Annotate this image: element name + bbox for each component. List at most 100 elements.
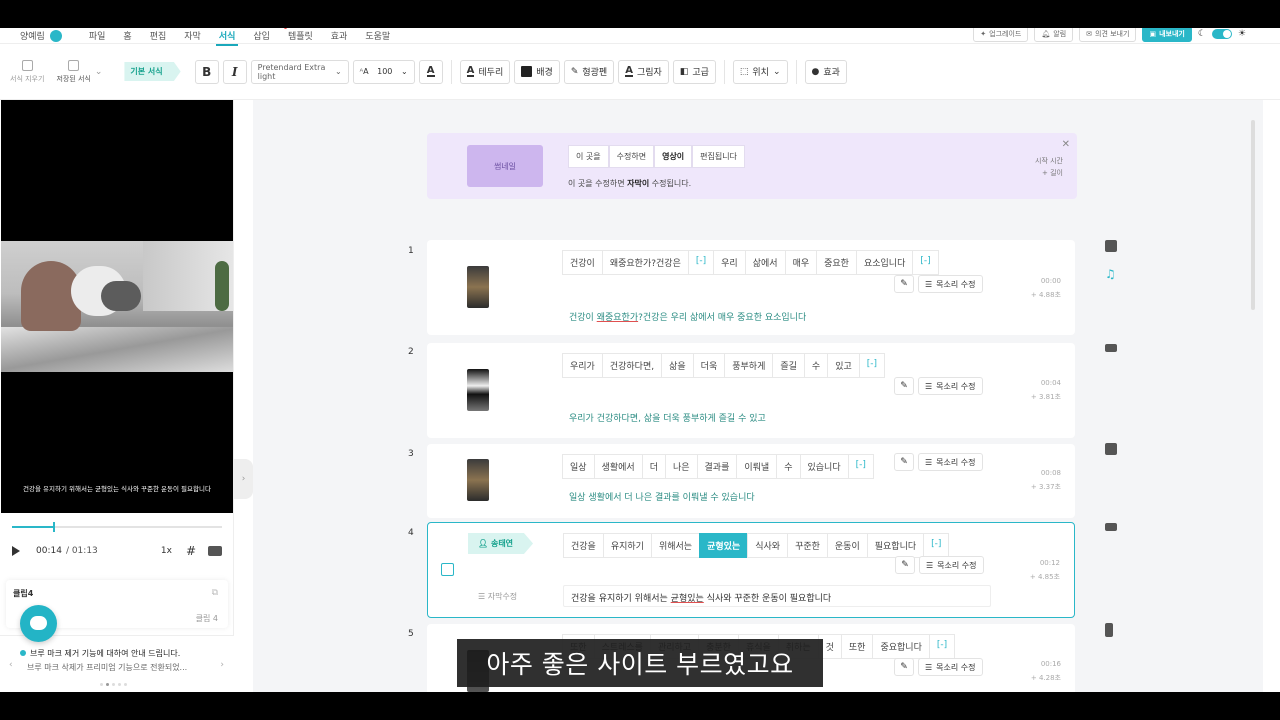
word-chip[interactable]: 왜중요한가?건강은 [601,250,688,275]
word-chip[interactable]: 건강하다면, [601,353,662,378]
theme-toggle[interactable] [1211,29,1232,39]
pencil-icon[interactable]: ✎ [894,453,914,471]
music-note-icon[interactable]: ♫ [1105,268,1117,280]
word-chip[interactable]: 삶을 [661,353,693,378]
upgrade-button[interactable]: ✦ 업그레이드 [973,28,1029,42]
speaker-tag[interactable]: 👤︎ 송태연 [468,533,534,554]
feedback-button[interactable]: ✉ 의견 보내기 [1079,28,1137,42]
word-chip[interactable]: 삶에서 [744,250,785,275]
pencil-icon[interactable]: ✎ [894,658,914,676]
subtitle-row[interactable]: 일상 생활에서 더 나은 결과를 이뤄낼 수 있습니다 [-] ✎ ☰ 목소리 수… [427,444,1075,518]
word-chip[interactable]: 운동이 [826,533,867,558]
menu-home[interactable]: 홈 [114,29,140,42]
word-chip[interactable]: 필요합니다 [866,533,924,558]
chevron-left-icon[interactable]: ‹ [9,660,13,670]
voice-edit-button[interactable]: ☰ 목소리 수정 [918,275,983,293]
word-chip[interactable]: 더 [641,454,665,479]
text-color-button[interactable]: A [418,59,443,84]
image-icon[interactable] [1105,344,1117,352]
close-icon[interactable]: ✕ [1062,139,1070,150]
menu-insert[interactable]: 삽입 [244,29,279,42]
menu-file[interactable]: 파일 [80,29,115,42]
word-chip[interactable]: 수 [803,353,828,378]
pager-dot[interactable] [118,683,121,686]
menu-help[interactable]: 도움말 [356,29,399,42]
clear-format-button[interactable]: 서식 지우기 [10,59,44,84]
user-menu[interactable]: 양예림 [20,29,62,42]
word-chip[interactable]: 또한 [840,634,873,659]
subtitle-edit-input[interactable]: 건강을 유지하기 위해서는 균형있는 식사와 꾸준한 운동이 필요합니다 [563,585,991,607]
row-sentence[interactable]: 건강이 왜중요한가?건강은 우리 삶에서 매우 중요한 요소입니다 [569,310,806,323]
highlight-button[interactable]: ✎ 형광펜 [563,59,615,84]
word-chip[interactable]: [-] [928,634,956,659]
background-button[interactable]: 배경 [514,59,560,84]
chat-button[interactable] [20,605,57,642]
row-sentence[interactable]: 일상 생활에서 더 나은 결과를 이뤄낼 수 있습니다 [569,490,755,503]
progress-handle[interactable] [52,522,55,532]
effect-button[interactable]: ● 효과 [804,59,847,84]
open-external-icon[interactable]: ⧉ [212,588,218,598]
word-chip[interactable]: 중요합니다 [872,634,929,659]
advanced-button[interactable]: ◧ 고급 [672,59,716,84]
word-chip[interactable]: [-] [858,353,886,378]
bold-button[interactable]: B [194,59,219,84]
word-chip[interactable]: 이뤄낼 [736,454,777,479]
alarm-button[interactable]: 🔔︎ 알림 [1034,28,1074,42]
position-button[interactable]: ⬚ 위치 ⌄ [732,59,788,84]
pencil-icon[interactable]: ✎ [894,275,914,293]
word-chip[interactable]: 편집됩니다 [692,145,745,168]
thumbnail-box[interactable]: 썸네일 [467,145,543,187]
word-chip[interactable]: 즐길 [772,353,804,378]
voice-edit-button[interactable]: ☰ 목소리 수정 [918,377,983,395]
collapse-panel-button[interactable]: › [234,459,253,499]
scrollbar[interactable] [1251,120,1255,310]
image-icon[interactable] [1105,623,1113,637]
export-button[interactable]: ▣ 내보내기 [1142,28,1192,42]
word-chip[interactable]: 우리 [713,250,745,275]
word-chip[interactable]: 매우 [784,250,817,275]
grid-icon[interactable]: # [186,544,196,558]
menu-edit[interactable]: 편집 [141,29,176,42]
word-chip[interactable]: 있습니다 [799,454,848,479]
subtitle-row-selected[interactable]: 👤︎ 송태연 건강을 유지하기 위해서는 균형있는 식사와 꾸준한 운동이 필요… [427,522,1075,618]
menu-template[interactable]: 템플릿 [279,28,322,42]
word-chip[interactable]: 풍부하게 [724,353,773,378]
word-chip[interactable]: 우리가 [562,353,602,378]
chevron-right-icon[interactable]: › [220,660,224,670]
row-thumbnail[interactable] [467,369,489,411]
word-chip[interactable]: 위해서는 [650,533,700,558]
italic-button[interactable]: I [222,59,247,84]
size-select[interactable]: ᴬA 100 ⌄ [352,59,415,84]
video-preview[interactable]: 건강을 유지하기 위해서는 균형있는 식사와 꾸준한 운동이 필요합니다 [1,100,233,513]
keyboard-icon[interactable] [208,546,222,556]
notice-banner[interactable]: ‹ 브루 마크 제거 기능에 대하여 안내 드립니다. 브루 마크 삭제가 프리… [0,635,234,692]
word-chip[interactable]: 나은 [664,454,697,479]
pencil-icon[interactable]: ✎ [895,556,915,574]
pencil-icon[interactable]: ✎ [894,377,914,395]
preset-tag[interactable]: 기본 서식 [124,62,181,81]
subtitle-row[interactable]: 우리가 건강하다면, 삶을 더욱 풍부하게 즐길 수 있고 [-] ✎ ☰ 목소리… [427,343,1075,438]
row-thumbnail[interactable] [467,459,489,501]
menu-subtitle[interactable]: 자막 [175,29,210,42]
word-chip[interactable]: 결과를 [696,454,737,479]
saved-format-button[interactable]: 저장된 서식 [56,59,91,84]
image-icon[interactable] [1105,523,1117,531]
font-select[interactable]: Pretendard Extra light ⌄ [250,59,349,84]
speed-button[interactable]: 1x [161,546,172,556]
word-chip[interactable]: [-] [847,454,874,479]
word-chip[interactable]: 식사와 [747,533,788,558]
voice-edit-button[interactable]: ☰ 목소리 수정 [918,658,983,676]
voice-edit-button[interactable]: ☰ 목소리 수정 [918,453,983,471]
row-checkbox[interactable] [441,563,454,576]
subtitle-row[interactable]: 건강이 왜중요한가?건강은 [-] 우리 삶에서 매우 중요한 요소입니다 [-… [427,240,1075,335]
border-button[interactable]: A 테두리 [459,59,511,84]
chevron-down-icon[interactable]: ⌄ [95,67,103,77]
word-chip[interactable]: 생활에서 [593,454,642,479]
pager-dot[interactable] [106,683,109,686]
word-chip-selected[interactable]: 균형있는 [699,533,748,558]
image-icon[interactable] [1105,240,1117,252]
menu-format[interactable]: 서식 [210,29,245,46]
word-chip[interactable]: 꾸준한 [787,533,827,558]
word-chip[interactable]: 있고 [827,353,859,378]
play-icon[interactable] [12,546,20,556]
